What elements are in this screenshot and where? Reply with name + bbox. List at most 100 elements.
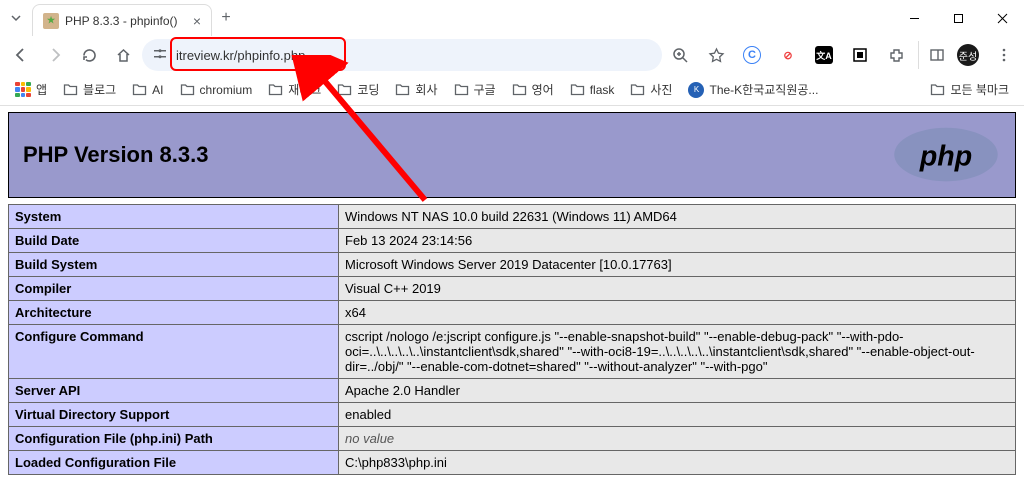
toolbar-right: C ⊘ 文A 준성	[666, 41, 1018, 69]
table-key: Architecture	[9, 301, 339, 325]
back-button[interactable]	[6, 40, 36, 70]
apps-label: 앱	[36, 81, 47, 98]
bookmark-folder[interactable]: chromium	[173, 78, 260, 101]
bookmark-label: 구글	[474, 81, 496, 98]
table-row: Build DateFeb 13 2024 23:14:56	[9, 229, 1016, 253]
bookmark-label: 재테크	[288, 81, 321, 98]
zoom-icon[interactable]	[666, 41, 694, 69]
side-panel-icon[interactable]	[918, 41, 946, 69]
tab-title: PHP 8.3.3 - phpinfo()	[65, 14, 187, 28]
bookmark-label: chromium	[200, 83, 253, 97]
table-row: Configuration File (php.ini) Pathno valu…	[9, 427, 1016, 451]
folder-icon	[337, 82, 352, 97]
close-tab-button[interactable]: ×	[193, 13, 201, 29]
page-content: PHP Version 8.3.3 php SystemWindows NT N…	[0, 106, 1024, 502]
close-window-button[interactable]	[980, 3, 1024, 33]
phpinfo-table: SystemWindows NT NAS 10.0 build 22631 (W…	[8, 204, 1016, 475]
bookmark-label: 블로그	[83, 81, 116, 98]
table-key: Configuration File (php.ini) Path	[9, 427, 339, 451]
browser-tab[interactable]: ★ PHP 8.3.3 - phpinfo() ×	[32, 4, 212, 36]
table-key: Loaded Configuration File	[9, 451, 339, 475]
bookmarks-bar: 앱 블로그 AI chromium 재테크 코딩 회사 구글 영어 flask 사진 K The-…	[0, 74, 1024, 106]
table-value: Microsoft Windows Server 2019 Datacenter…	[339, 253, 1016, 277]
tab-search-button[interactable]	[0, 12, 32, 24]
all-bookmarks[interactable]: 모든 북마크	[923, 77, 1016, 102]
bookmark-label: 사진	[650, 81, 672, 98]
table-key: Build System	[9, 253, 339, 277]
favicon-icon: ★	[43, 13, 59, 29]
folder-icon	[395, 82, 410, 97]
folder-icon	[512, 82, 527, 97]
minimize-button[interactable]	[892, 3, 936, 33]
extension-box-icon[interactable]	[846, 41, 874, 69]
table-value: no value	[339, 427, 1016, 451]
bookmark-star-icon[interactable]	[702, 41, 730, 69]
bookmark-label: 회사	[415, 81, 437, 98]
bookmark-folder[interactable]: AI	[125, 78, 170, 101]
table-row: Configure Commandcscript /nologo /e:jscr…	[9, 325, 1016, 379]
new-tab-button[interactable]: +	[212, 9, 240, 27]
bookmark-label: 영어	[532, 81, 554, 98]
reload-button[interactable]	[74, 40, 104, 70]
bookmark-label: AI	[152, 83, 163, 97]
extension-c-icon[interactable]: C	[738, 41, 766, 69]
window-controls	[892, 3, 1024, 33]
site-settings-icon[interactable]	[152, 46, 168, 65]
all-bookmarks-label: 모든 북마크	[950, 81, 1009, 98]
table-row: Loaded Configuration FileC:\php833\php.i…	[9, 451, 1016, 475]
table-row: CompilerVisual C++ 2019	[9, 277, 1016, 301]
chevron-down-icon	[10, 12, 22, 24]
table-value: cscript /nologo /e:jscript configure.js …	[339, 325, 1016, 379]
folder-icon	[180, 82, 195, 97]
folder-icon	[930, 82, 945, 97]
bookmark-folder[interactable]: 영어	[505, 77, 561, 102]
extension-s-icon[interactable]: ⊘	[774, 41, 802, 69]
folder-icon	[630, 82, 645, 97]
bookmark-label: 코딩	[357, 81, 379, 98]
forward-button[interactable]	[40, 40, 70, 70]
table-value: Feb 13 2024 23:14:56	[339, 229, 1016, 253]
table-value: Apache 2.0 Handler	[339, 379, 1016, 403]
table-key: Configure Command	[9, 325, 339, 379]
bookmark-label: flask	[590, 83, 615, 97]
table-key: System	[9, 205, 339, 229]
home-button[interactable]	[108, 40, 138, 70]
table-key: Build Date	[9, 229, 339, 253]
bookmark-folder[interactable]: 회사	[388, 77, 444, 102]
maximize-button[interactable]	[936, 3, 980, 33]
table-value: Visual C++ 2019	[339, 277, 1016, 301]
table-row: Architecturex64	[9, 301, 1016, 325]
folder-icon	[268, 82, 283, 97]
bookmark-folder[interactable]: 사진	[623, 77, 679, 102]
bookmark-label: The-K한국교직원공...	[709, 81, 818, 98]
bookmark-thek[interactable]: K The-K한국교직원공...	[681, 77, 825, 102]
extension-translate-icon[interactable]: 文A	[810, 41, 838, 69]
php-version-title: PHP Version 8.3.3	[23, 142, 208, 168]
bookmark-folder[interactable]: 코딩	[330, 77, 386, 102]
phpinfo-header: PHP Version 8.3.3 php	[8, 112, 1016, 198]
menu-button[interactable]	[990, 41, 1018, 69]
address-bar[interactable]: itreview.kr/phpinfo.php	[142, 39, 662, 71]
folder-icon	[63, 82, 78, 97]
table-value: x64	[339, 301, 1016, 325]
profile-avatar[interactable]: 준성	[954, 41, 982, 69]
table-row: Server APIApache 2.0 Handler	[9, 379, 1016, 403]
bookmark-folder[interactable]: flask	[563, 78, 622, 101]
table-key: Server API	[9, 379, 339, 403]
table-row: SystemWindows NT NAS 10.0 build 22631 (W…	[9, 205, 1016, 229]
svg-text:php: php	[919, 140, 972, 172]
table-row: Build SystemMicrosoft Windows Server 201…	[9, 253, 1016, 277]
folder-icon	[570, 82, 585, 97]
table-value: Windows NT NAS 10.0 build 22631 (Windows…	[339, 205, 1016, 229]
extensions-icon[interactable]	[882, 41, 910, 69]
table-value: C:\php833\php.ini	[339, 451, 1016, 475]
php-logo-icon: php	[891, 126, 1001, 184]
apps-shortcut[interactable]: 앱	[8, 77, 54, 102]
bookmark-folder[interactable]: 구글	[447, 77, 503, 102]
folder-icon	[454, 82, 469, 97]
bookmark-folder[interactable]: 블로그	[56, 77, 123, 102]
thek-icon: K	[688, 82, 704, 98]
bookmark-folder[interactable]: 재테크	[261, 77, 328, 102]
folder-icon	[132, 82, 147, 97]
browser-toolbar: itreview.kr/phpinfo.php C ⊘ 文A 준성	[0, 36, 1024, 74]
